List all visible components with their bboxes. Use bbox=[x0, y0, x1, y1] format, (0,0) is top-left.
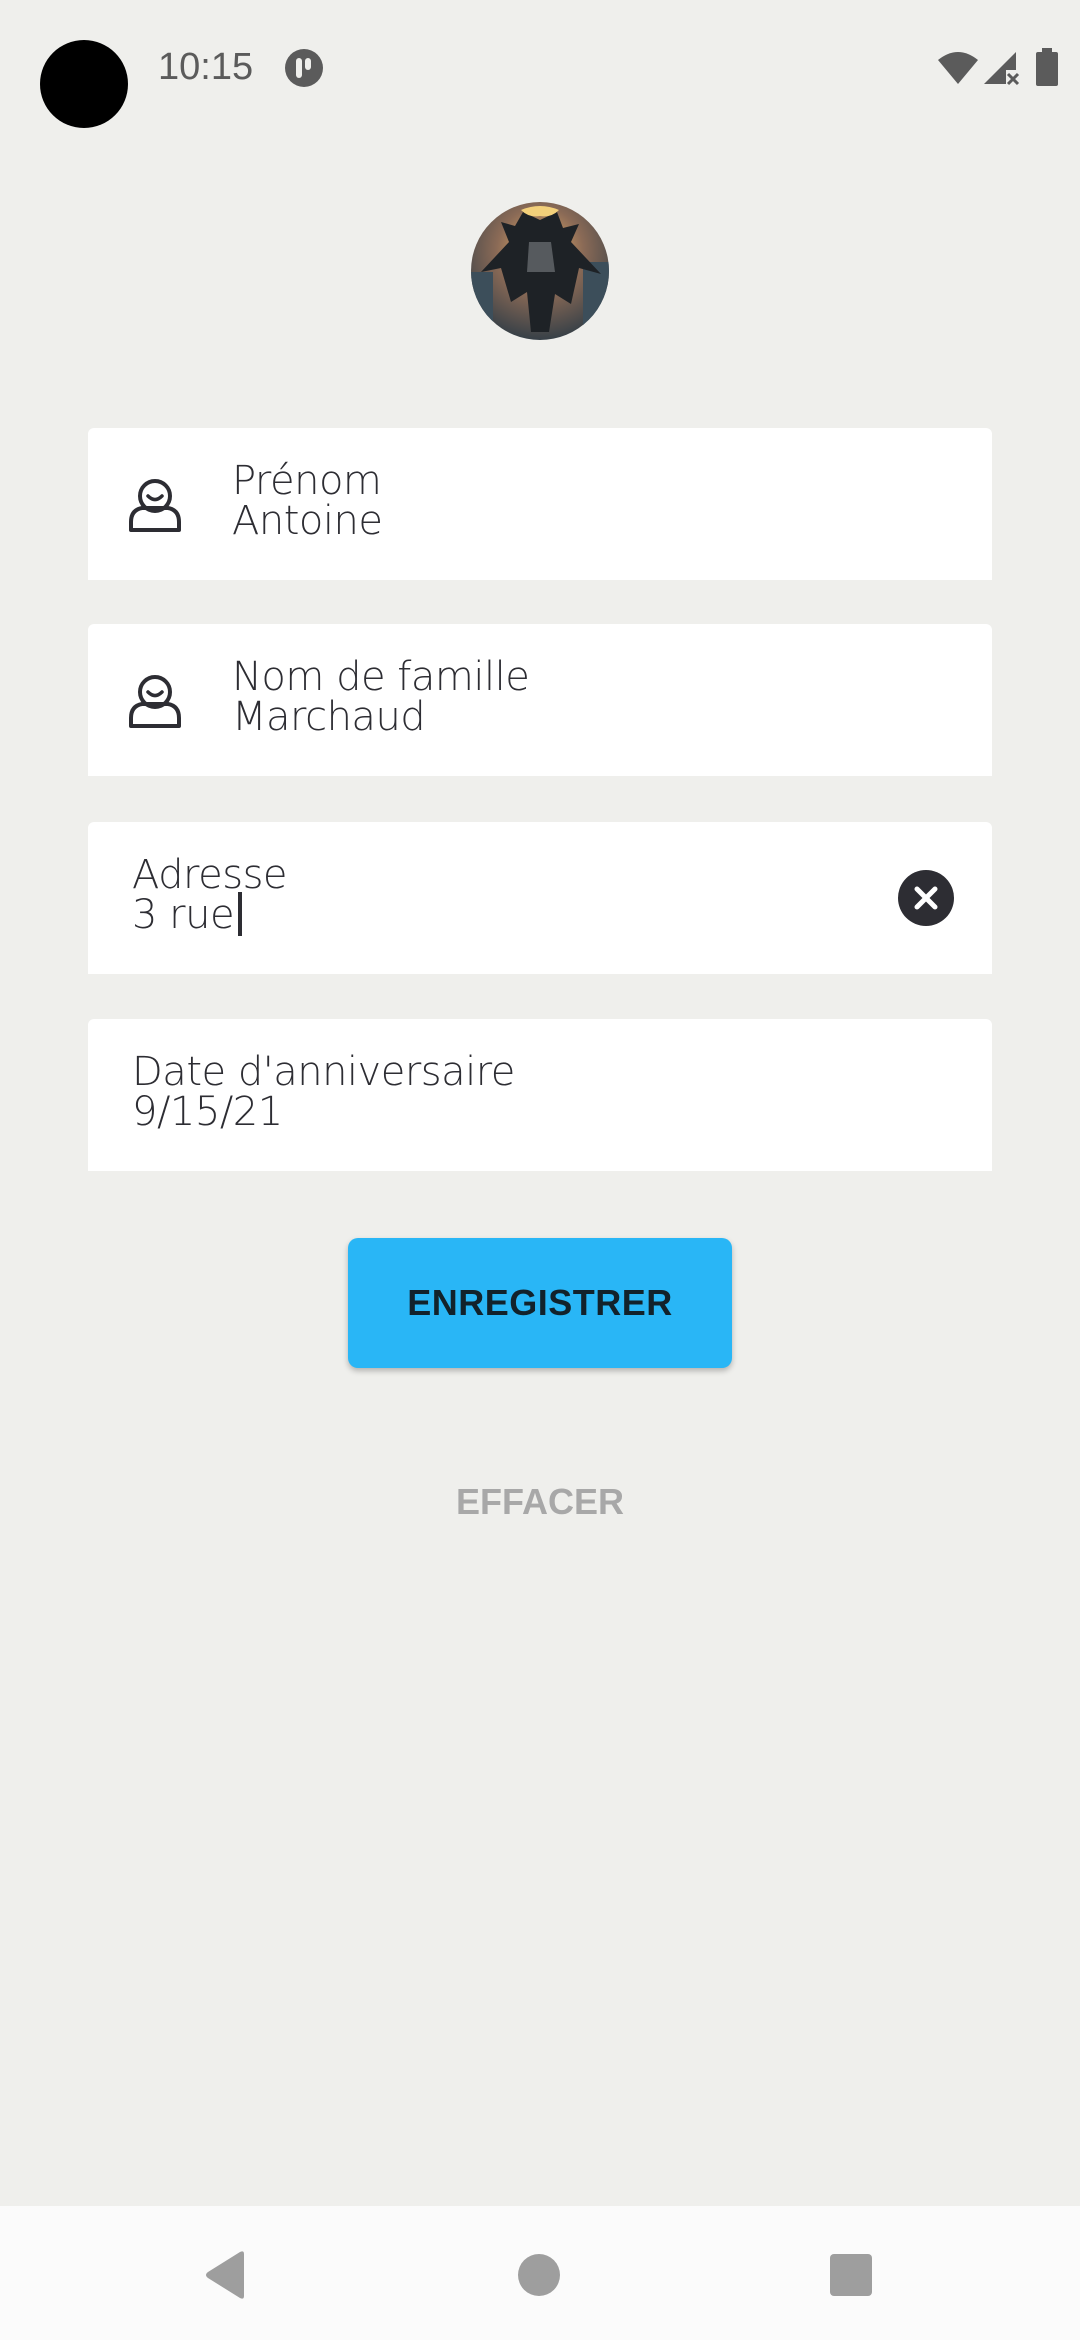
first-name-field[interactable]: Prénom Antoine bbox=[88, 428, 992, 580]
status-time: 10:15 bbox=[158, 46, 254, 88]
signal-icon bbox=[984, 52, 1020, 86]
text-cursor bbox=[238, 892, 243, 936]
birthday-input[interactable]: 9/15/21 bbox=[132, 1089, 283, 1135]
avatar-image bbox=[471, 202, 609, 340]
birthday-field[interactable]: Date d'anniversaire 9/15/21 bbox=[88, 1019, 992, 1171]
status-bar: 10:15 bbox=[0, 0, 1080, 140]
last-name-field[interactable]: Nom de famille Marchaud bbox=[88, 624, 992, 776]
clear-button[interactable]: EFFACER bbox=[390, 1470, 690, 1534]
person-icon bbox=[129, 479, 181, 532]
wifi-icon bbox=[938, 52, 978, 84]
last-name-input[interactable]: Marchaud bbox=[232, 694, 426, 740]
address-input[interactable]: 3 rue bbox=[132, 892, 243, 938]
navigation-bar bbox=[0, 2206, 1080, 2340]
home-icon[interactable] bbox=[518, 2254, 560, 2296]
notification-icon bbox=[285, 49, 323, 87]
clear-icon[interactable] bbox=[898, 870, 954, 926]
battery-icon bbox=[1036, 48, 1058, 86]
recents-icon[interactable] bbox=[830, 2254, 872, 2296]
address-field[interactable]: Adresse 3 rue bbox=[88, 822, 992, 974]
camera-cutout bbox=[40, 40, 128, 128]
person-icon bbox=[129, 675, 181, 728]
avatar[interactable] bbox=[471, 202, 609, 340]
address-value: 3 rue bbox=[132, 892, 235, 938]
save-button[interactable]: ENREGISTRER bbox=[348, 1238, 732, 1368]
back-icon[interactable] bbox=[204, 2250, 248, 2300]
first-name-input[interactable]: Antoine bbox=[232, 498, 383, 544]
